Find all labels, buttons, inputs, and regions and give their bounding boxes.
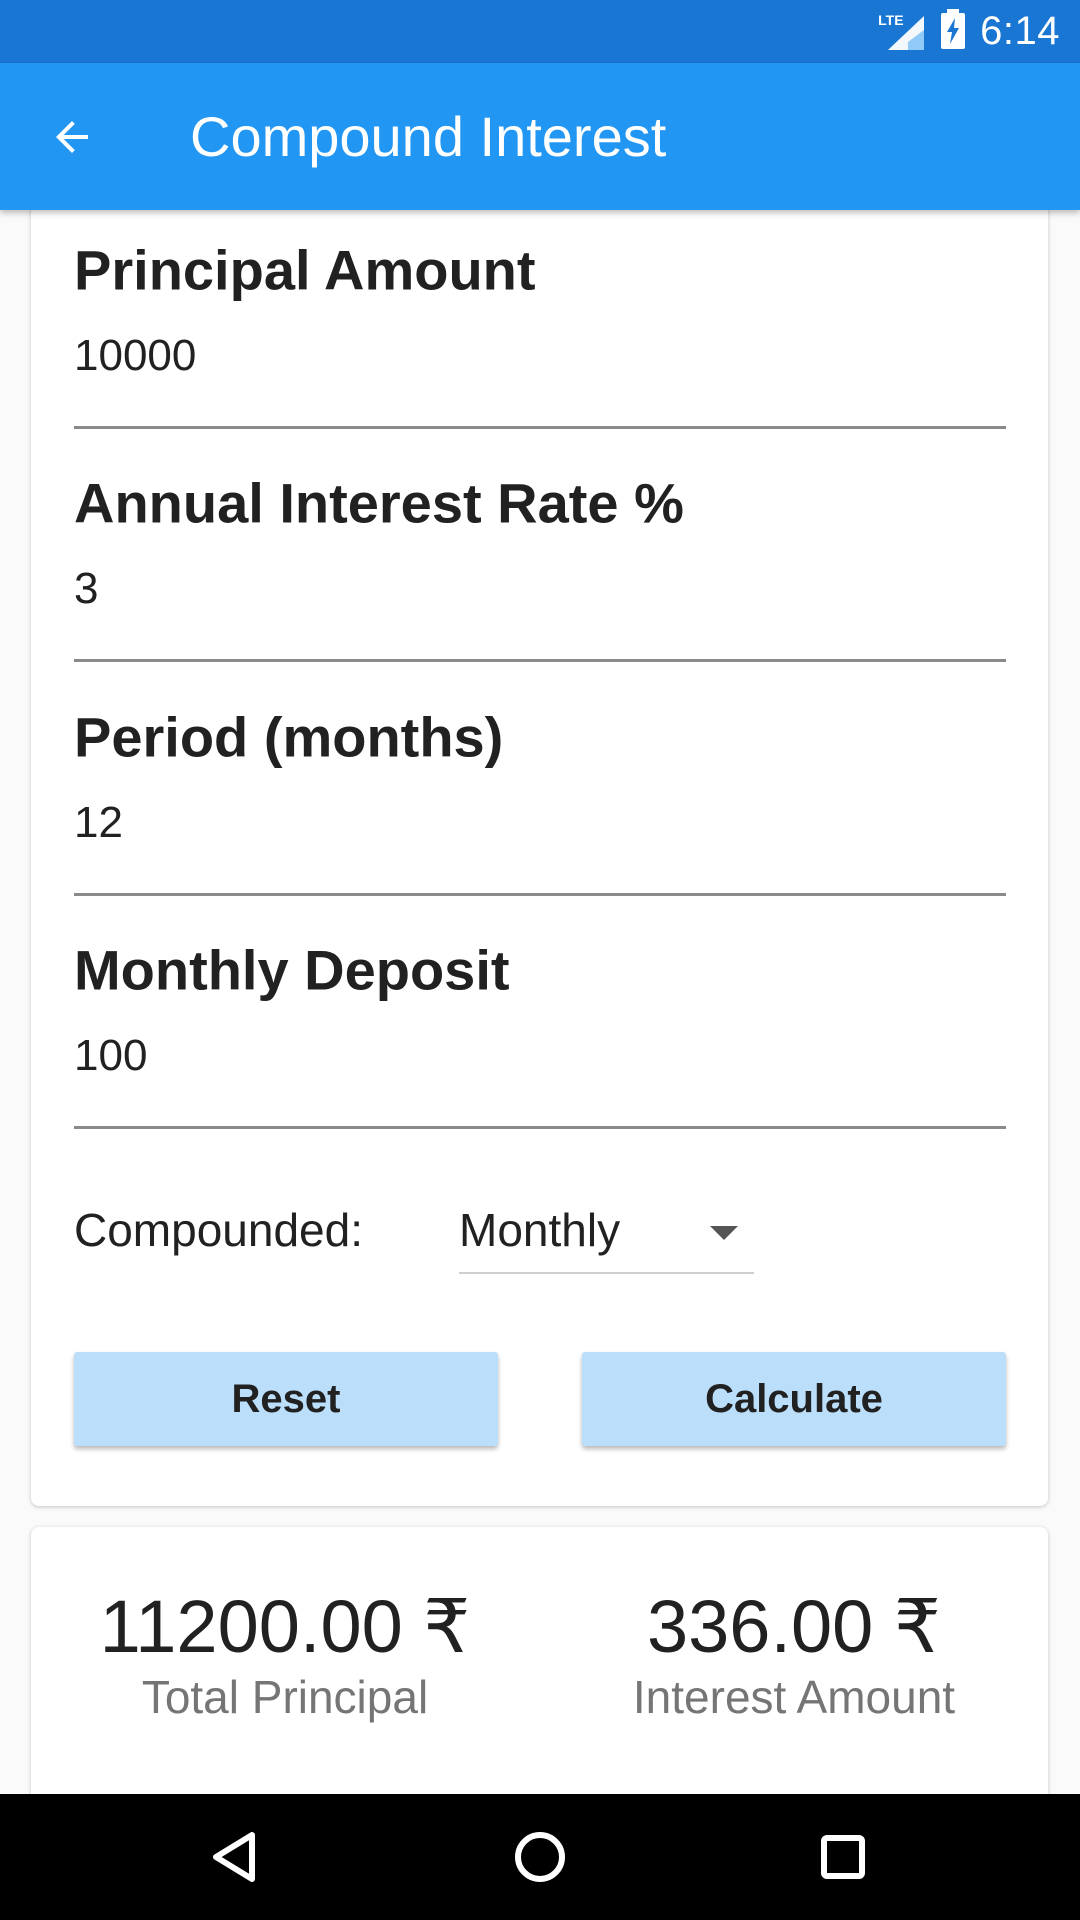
compounded-label: Compounded: [74,1204,363,1256]
status-bar: LTE 6:14 [0,0,1080,63]
interest-amount-label: Interest Amount [632,1671,956,1723]
nav-recents-square-icon [821,1835,865,1879]
network-type-label: LTE [878,11,904,28]
monthly-deposit-label: Monthly Deposit [74,938,510,1002]
input-card: Principal Amount Annual Interest Rate % … [31,190,1048,1506]
nav-back-button[interactable] [180,1812,290,1902]
monthly-deposit-field-group: Monthly Deposit [74,890,1006,1129]
system-nav-bar [0,1794,1080,1920]
app-bar: Compound Interest [0,63,1080,210]
period-field-group: Period (months) [74,657,1006,896]
principal-amount-label: Principal Amount [74,238,536,302]
status-time: 6:14 [980,9,1060,53]
compounded-selected-value: Monthly [459,1204,621,1256]
principal-amount-field-group: Principal Amount [74,190,1006,429]
dropdown-underline [459,1272,754,1274]
status-icons: LTE 6:14 [878,0,1060,63]
interest-rate-label: Annual Interest Rate % [74,471,684,535]
nav-recents-button[interactable] [788,1812,898,1902]
dropdown-arrow-icon [710,1226,738,1240]
battery-charging-icon [940,9,966,54]
nav-home-button[interactable] [485,1812,595,1902]
back-button[interactable] [30,100,114,174]
app-root: LTE 6:14 Compound Interest Principal Amo… [0,0,1080,1920]
nav-back-triangle-icon [213,1832,255,1882]
compounded-dropdown[interactable]: Monthly [459,1190,754,1274]
interest-rate-input[interactable] [74,549,1006,629]
total-principal-value: 11200.00 ₹ [99,1585,471,1668]
monthly-deposit-input[interactable] [74,1016,1006,1096]
total-principal-label: Total Principal [141,1671,429,1723]
period-input[interactable] [74,783,1006,863]
principal-amount-input[interactable] [74,316,1006,396]
interest-rate-field-group: Annual Interest Rate % [74,423,1006,662]
period-label: Period (months) [74,705,504,769]
arrow-back-icon [56,121,88,153]
lte-signal-icon: LTE [878,12,926,52]
page-title: Compound Interest [190,105,667,168]
calculate-button[interactable]: Calculate [582,1352,1006,1446]
monthly-deposit-underline [74,1126,1006,1129]
nav-home-circle-icon [515,1832,565,1882]
reset-button[interactable]: Reset [74,1352,498,1446]
interest-amount-value: 336.00 ₹ [647,1585,941,1668]
